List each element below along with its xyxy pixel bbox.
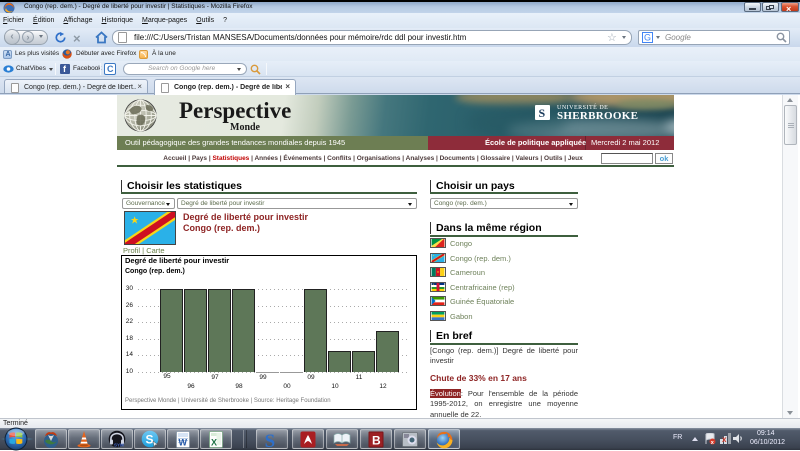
svg-text:SYM: SYM [114,443,124,448]
svg-text:G: G [644,33,651,43]
svg-text:B: B [372,434,381,448]
svg-text:S: S [146,433,154,447]
svg-text:S: S [265,431,276,450]
svg-text:x: x [722,435,727,444]
svg-text:W: W [179,438,188,448]
svg-text:X: X [211,438,217,448]
